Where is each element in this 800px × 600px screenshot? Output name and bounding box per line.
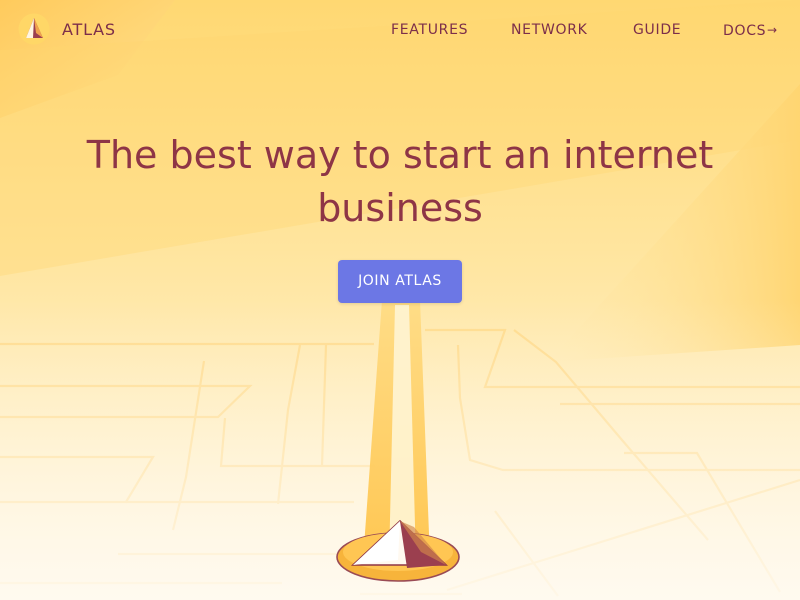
nav-features-link[interactable]: FEATURES [391, 20, 468, 40]
nav-guide-link[interactable]: GUIDE [633, 20, 681, 40]
arrow-right-icon: → [767, 23, 778, 37]
nav-docs-link[interactable]: DOCS [723, 21, 766, 41]
nav-network-link[interactable]: NETWORK [511, 20, 588, 40]
join-atlas-button[interactable]: JOIN ATLAS [338, 260, 462, 303]
top-navigation: ATLAS FEATURES NETWORK GUIDE DOCS → [0, 0, 800, 60]
hero-title: The best way to start an internet busine… [86, 133, 714, 230]
atlas-pyramid-logo-icon[interactable] [18, 13, 50, 45]
brand-name[interactable]: ATLAS [62, 20, 116, 40]
